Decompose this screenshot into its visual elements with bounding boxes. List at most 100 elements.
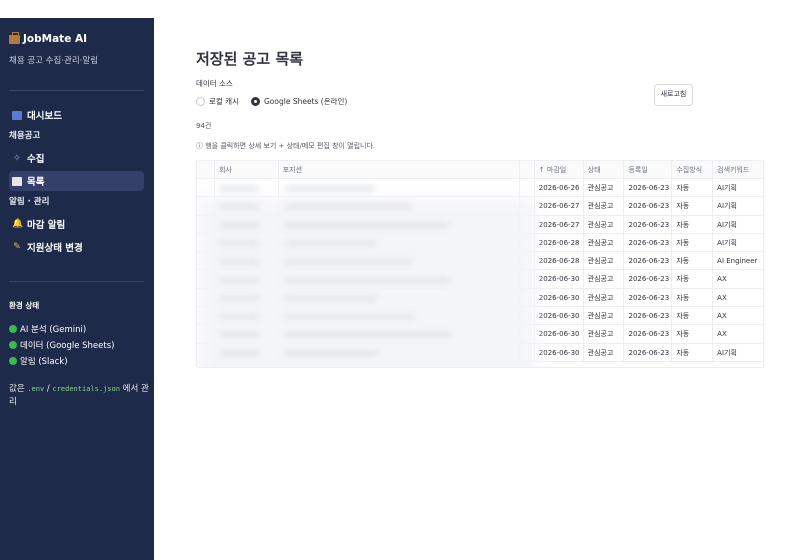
nav-label: 대시보드: [27, 111, 62, 122]
cell-deadline: 2026-06-27: [535, 197, 584, 215]
redacted-bar: [285, 314, 414, 320]
nav-section-jobs: 채용공고: [9, 131, 41, 141]
cell-deadline: 2026-06-28: [535, 233, 584, 252]
cell-keyword: AI기획: [717, 202, 737, 211]
cell-deadline: 2026-06-30: [535, 343, 584, 361]
cell-status: 관심공고: [584, 233, 625, 252]
radio-google-sheets[interactable]: Google Sheets (온라인): [250, 96, 348, 107]
cell-registered: 2026-06-23: [624, 270, 673, 288]
cell-collect-method: 자동: [672, 252, 714, 270]
sidebar: JobMate AI 채용 공고 수집·관리·알림 대시보드 채용공고 ✧ 수집…: [0, 18, 154, 560]
header-keyword[interactable]: 검색키워드: [713, 161, 763, 178]
nav-item-collect[interactable]: ✧ 수집: [9, 148, 145, 168]
env-item-alert: 알림 (Slack): [9, 355, 145, 367]
header-collect-method[interactable]: 수집방식: [672, 161, 714, 178]
briefcase-icon: [9, 31, 20, 44]
cell-keyword: AI기획: [717, 348, 737, 357]
table-header: 회사 포지션 ↑ 마감일 상태 등록일 수집방식 검색키워드: [197, 161, 763, 179]
radio-label: Google Sheets (온라인): [263, 97, 348, 106]
result-count: 94건: [196, 122, 212, 130]
green-circle-icon: [9, 341, 17, 349]
env-item-label: 알림 (Slack): [20, 357, 68, 367]
env-item-label: 데이터 (Google Sheets): [20, 341, 115, 351]
cell-deadline: 2026-06-30: [535, 325, 584, 343]
header-position[interactable]: 포지션: [279, 161, 520, 178]
redacted-bar: [219, 222, 259, 228]
cell-registered: 2026-06-23: [624, 215, 673, 233]
cell-keyword: AI기획: [717, 238, 737, 247]
cell-keyword: AX: [717, 275, 727, 284]
table-hint: ⓘ 행을 클릭하면 상세 보기 + 상태/메모 편집 창이 열립니다.: [196, 142, 376, 150]
main-content: 저장된 공고 목록 데이터 소스 로컬 캐시 Google Sheets (온라…: [196, 0, 766, 560]
sidebar-divider: [9, 90, 144, 91]
cell-keyword: AX: [717, 312, 727, 321]
cell-collect-method: 자동: [672, 179, 714, 197]
cell-collect-method: 자동: [672, 343, 714, 361]
env-status-title: 환경 상태: [9, 301, 40, 310]
nav-item-status-change[interactable]: ✎ 지원상태 변경: [9, 237, 145, 257]
nav-label: 지원상태 변경: [27, 243, 83, 254]
cell-keyword: AI기획: [717, 220, 737, 229]
redacted-bar: [285, 222, 449, 228]
redacted-bar: [285, 259, 413, 265]
nav-section-alerts: 알림 · 관리: [9, 197, 50, 207]
env-item-label: AI 분석 (Gemini): [20, 325, 87, 335]
cell-registered: 2026-06-23: [624, 179, 673, 197]
redacted-bar: [285, 277, 450, 283]
redacted-bar: [285, 186, 375, 191]
header-deadline[interactable]: ↑ 마감일: [535, 161, 584, 178]
redacted-area: [197, 179, 536, 367]
redacted-bar: [219, 350, 259, 356]
pencil-icon: ✎: [13, 241, 21, 252]
redacted-bar: [285, 240, 376, 246]
redacted-bar: [219, 204, 259, 210]
cell-status: 관심공고: [584, 343, 625, 361]
cell-registered: 2026-06-23: [624, 288, 673, 307]
sidebar-divider: [9, 281, 144, 282]
cell-deadline: 2026-06-28: [535, 252, 584, 270]
cell-status: 관심공고: [584, 197, 625, 215]
nav-item-list[interactable]: 목록: [9, 171, 144, 191]
cell-collect-method: 자동: [672, 270, 714, 288]
nav-item-dashboard[interactable]: 대시보드: [9, 105, 145, 125]
cell-registered: 2026-06-23: [624, 307, 673, 325]
cell-collect-method: 자동: [672, 233, 714, 252]
header-hidden: [520, 161, 535, 178]
cell-deadline: 2026-06-30: [535, 307, 584, 325]
chart-icon: [12, 110, 22, 120]
header-status[interactable]: 상태: [584, 161, 625, 178]
bell-icon: 🔔: [12, 218, 24, 229]
cell-status: 관심공고: [584, 252, 625, 270]
cell-status: 관심공고: [584, 215, 625, 233]
redacted-bar: [285, 332, 451, 338]
nav-label: 수집: [27, 154, 45, 165]
header-company[interactable]: 회사: [215, 161, 279, 178]
radio-circle-selected[interactable]: [250, 97, 260, 106]
radio-label: 로컬 캐시: [209, 97, 239, 106]
cell-collect-method: 자동: [672, 215, 714, 233]
env-file-code: .env: [27, 385, 45, 393]
env-note: 값은 .env / credentials.json 에서 관리: [9, 383, 149, 409]
redacted-bar: [285, 204, 412, 210]
nav-item-deadline-alert[interactable]: 🔔 마감 알림: [9, 214, 145, 234]
cell-status: 관심공고: [584, 307, 625, 325]
cell-deadline: 2026-06-27: [535, 215, 584, 233]
redacted-bar: [285, 350, 378, 356]
cell-collect-method: 자동: [672, 197, 714, 215]
credentials-file-code: credentials.json: [52, 385, 120, 393]
green-circle-icon: [9, 357, 17, 365]
redacted-bar: [285, 295, 377, 301]
page-title: 저장된 공고 목록: [196, 50, 304, 68]
refresh-button[interactable]: 새로고침: [654, 84, 693, 106]
env-note-sep: /: [46, 384, 50, 394]
radio-local-cache[interactable]: 로컬 캐시: [196, 96, 239, 107]
nav-label: 마감 알림: [27, 220, 66, 231]
clipboard-icon: [12, 176, 22, 186]
cell-collect-method: 자동: [672, 307, 714, 325]
cell-deadline: 2026-06-30: [535, 270, 584, 288]
jobs-table[interactable]: 회사 포지션 ↑ 마감일 상태 등록일 수집방식 검색키워드 2026-06-2…: [196, 160, 764, 368]
header-registered[interactable]: 등록일: [624, 161, 673, 178]
radio-circle[interactable]: [196, 97, 205, 106]
brand-name: JobMate AI: [23, 33, 87, 45]
cell-status: 관심공고: [584, 270, 625, 288]
